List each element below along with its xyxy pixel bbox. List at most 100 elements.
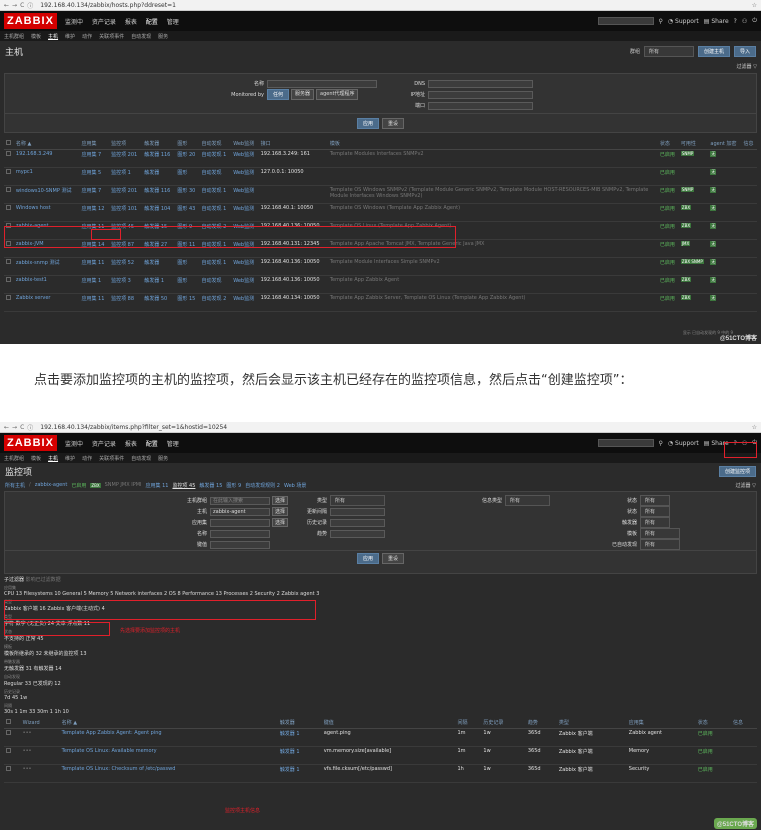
items-link[interactable]: 监控项 52 [109,257,143,276]
column-header[interactable]: 信息 [730,718,757,729]
graphs-link[interactable]: 图形 43 [175,203,200,222]
item-name-link[interactable]: Template OS Linux: Checksum of /etc/pass… [59,764,278,783]
name-input[interactable] [210,529,270,538]
submenu-item[interactable]: 自动发现 [131,33,151,40]
hostgroup-input[interactable]: 在此输入搜索 [210,496,270,505]
apps-link[interactable]: 应用集 11 [79,293,110,312]
menu-item[interactable]: 资产记录 [92,441,116,448]
select-button[interactable]: 选择 [272,496,289,505]
column-header[interactable]: 模板 [327,139,658,150]
interval-input[interactable] [330,507,385,516]
graphs-link[interactable]: 图形 [175,275,200,294]
host-name-link[interactable]: windows10-SNMP 测试 [13,185,80,204]
column-header[interactable]: 历史记录 [481,718,526,729]
search-input[interactable] [597,17,654,25]
reload-icon[interactable]: C [20,424,24,431]
menu-item-config[interactable]: 配置 [146,441,158,448]
column-header[interactable]: 自动发现 [199,139,232,150]
column-header[interactable]: 状态 [695,718,731,729]
monitored-server[interactable]: 服务器 [291,89,315,100]
breadcrumb-graphs[interactable]: 图形 9 [226,482,241,489]
discovered-select[interactable]: 所有 [640,539,680,550]
forward-icon[interactable]: → [12,424,17,431]
triggers-link[interactable]: 触发器 [142,167,176,186]
host-name-link[interactable]: zabbix-snmp 测试 [13,257,80,276]
subfilter-values[interactable]: Regular 33 已发现的 12 [4,680,757,687]
status-link[interactable]: 已启用 [657,203,679,222]
state-select[interactable]: 所有 [640,495,670,506]
row-checkbox[interactable] [4,257,14,276]
import-button[interactable]: 导入 [733,45,756,57]
row-checkbox[interactable] [4,764,21,783]
discovery-link[interactable]: 自动发现 [199,167,232,186]
host-input[interactable]: zabbix-agent [210,507,270,516]
host-name-link[interactable]: Windows host [13,203,80,222]
items-link[interactable]: 监控项 201 [109,149,143,168]
key-input[interactable] [210,540,270,549]
menu-item[interactable]: 管理 [167,19,179,26]
column-header[interactable]: 状态 [657,139,679,150]
column-header[interactable]: 信息 [741,139,757,150]
item-status-link[interactable]: 已启用 [695,746,731,765]
apps-link[interactable]: 应用集 12 [79,203,110,222]
web-link[interactable]: Web监测 [231,257,259,276]
filter-tab[interactable]: 过滤器 ▽ [737,63,757,70]
submenu-item[interactable]: 动作 [82,455,92,462]
user-icon[interactable]: ⚇ [742,18,747,25]
submenu-item[interactable]: 模板 [31,33,41,40]
column-header[interactable]: 间隔 [455,718,482,729]
menu-item[interactable]: 监测中 [65,19,83,26]
status-link[interactable]: 已启用 [657,239,679,258]
discovery-link[interactable]: 自动发现 1 [199,149,232,168]
item-triggers-link[interactable]: 触发器 1 [277,764,322,783]
column-header[interactable]: Wizard [20,718,60,729]
column-header[interactable]: 应用集 [626,718,696,729]
status-link[interactable]: 已启用 [657,275,679,294]
menu-item[interactable]: 报表 [125,441,137,448]
submenu-item[interactable]: 主机群组 [4,455,24,462]
row-checkbox[interactable] [4,203,14,222]
back-icon[interactable]: ← [4,424,9,431]
items-link[interactable]: 监控项 101 [109,203,143,222]
star-icon[interactable]: ☆ [752,424,757,431]
column-header[interactable]: Web监测 [231,139,259,150]
status-link[interactable]: 已启用 [657,185,679,204]
items-link[interactable]: 监控项 1 [109,167,143,186]
create-item-button[interactable]: 创建监控项 [718,465,756,477]
submenu-item[interactable]: 维护 [65,33,75,40]
template-select[interactable]: 所有 [640,528,680,539]
submenu-item[interactable]: 主机群组 [4,33,24,40]
back-icon[interactable]: ← [4,2,9,9]
logout-icon[interactable]: ⏻ [752,17,757,25]
port-input[interactable] [428,101,534,110]
select-all-checkbox[interactable] [4,139,14,150]
subfilter-values[interactable]: 30s 1 1m 33 30m 1 1h 10 [4,709,757,715]
status-link[interactable]: 已启用 [657,149,679,168]
monitored-proxy[interactable]: agent代理程序 [316,89,359,100]
triggers-link[interactable]: 触发器 116 [142,185,176,204]
breadcrumb-triggers[interactable]: 触发器 15 [199,482,222,489]
search-input[interactable] [597,439,654,447]
column-header[interactable]: agent 加密 [708,139,742,150]
wizard-icon[interactable]: ••• [20,728,60,747]
row-checkbox[interactable] [4,167,14,186]
filter-tab-2[interactable]: 过滤器 ▽ [736,482,756,489]
select-button[interactable]: 选择 [272,518,289,527]
triggers-link[interactable]: 触发器 104 [142,203,176,222]
apps-link[interactable]: 应用集 11 [79,257,110,276]
item-status-link[interactable]: 已启用 [695,728,731,747]
triggers-link[interactable]: 触发器 1 [142,275,176,294]
submenu-item[interactable]: 服务 [158,455,168,462]
web-link[interactable]: Web监测 [231,149,259,168]
history-input[interactable] [330,518,385,527]
breadcrumb-apps[interactable]: 应用集 11 [146,482,169,489]
menu-item[interactable]: 报表 [125,19,137,26]
triggers-select[interactable]: 所有 [640,517,670,528]
submenu-item[interactable]: 动作 [82,33,92,40]
infotype-select[interactable]: 所有 [505,495,550,506]
breadcrumb-items[interactable]: 监控项 45 [172,482,195,489]
menu-item[interactable]: 管理 [167,441,179,448]
column-header[interactable]: 名称 ▲ [59,718,278,729]
items-link[interactable]: 监控项 3 [109,275,143,294]
items-link[interactable]: 监控项 88 [109,293,143,312]
